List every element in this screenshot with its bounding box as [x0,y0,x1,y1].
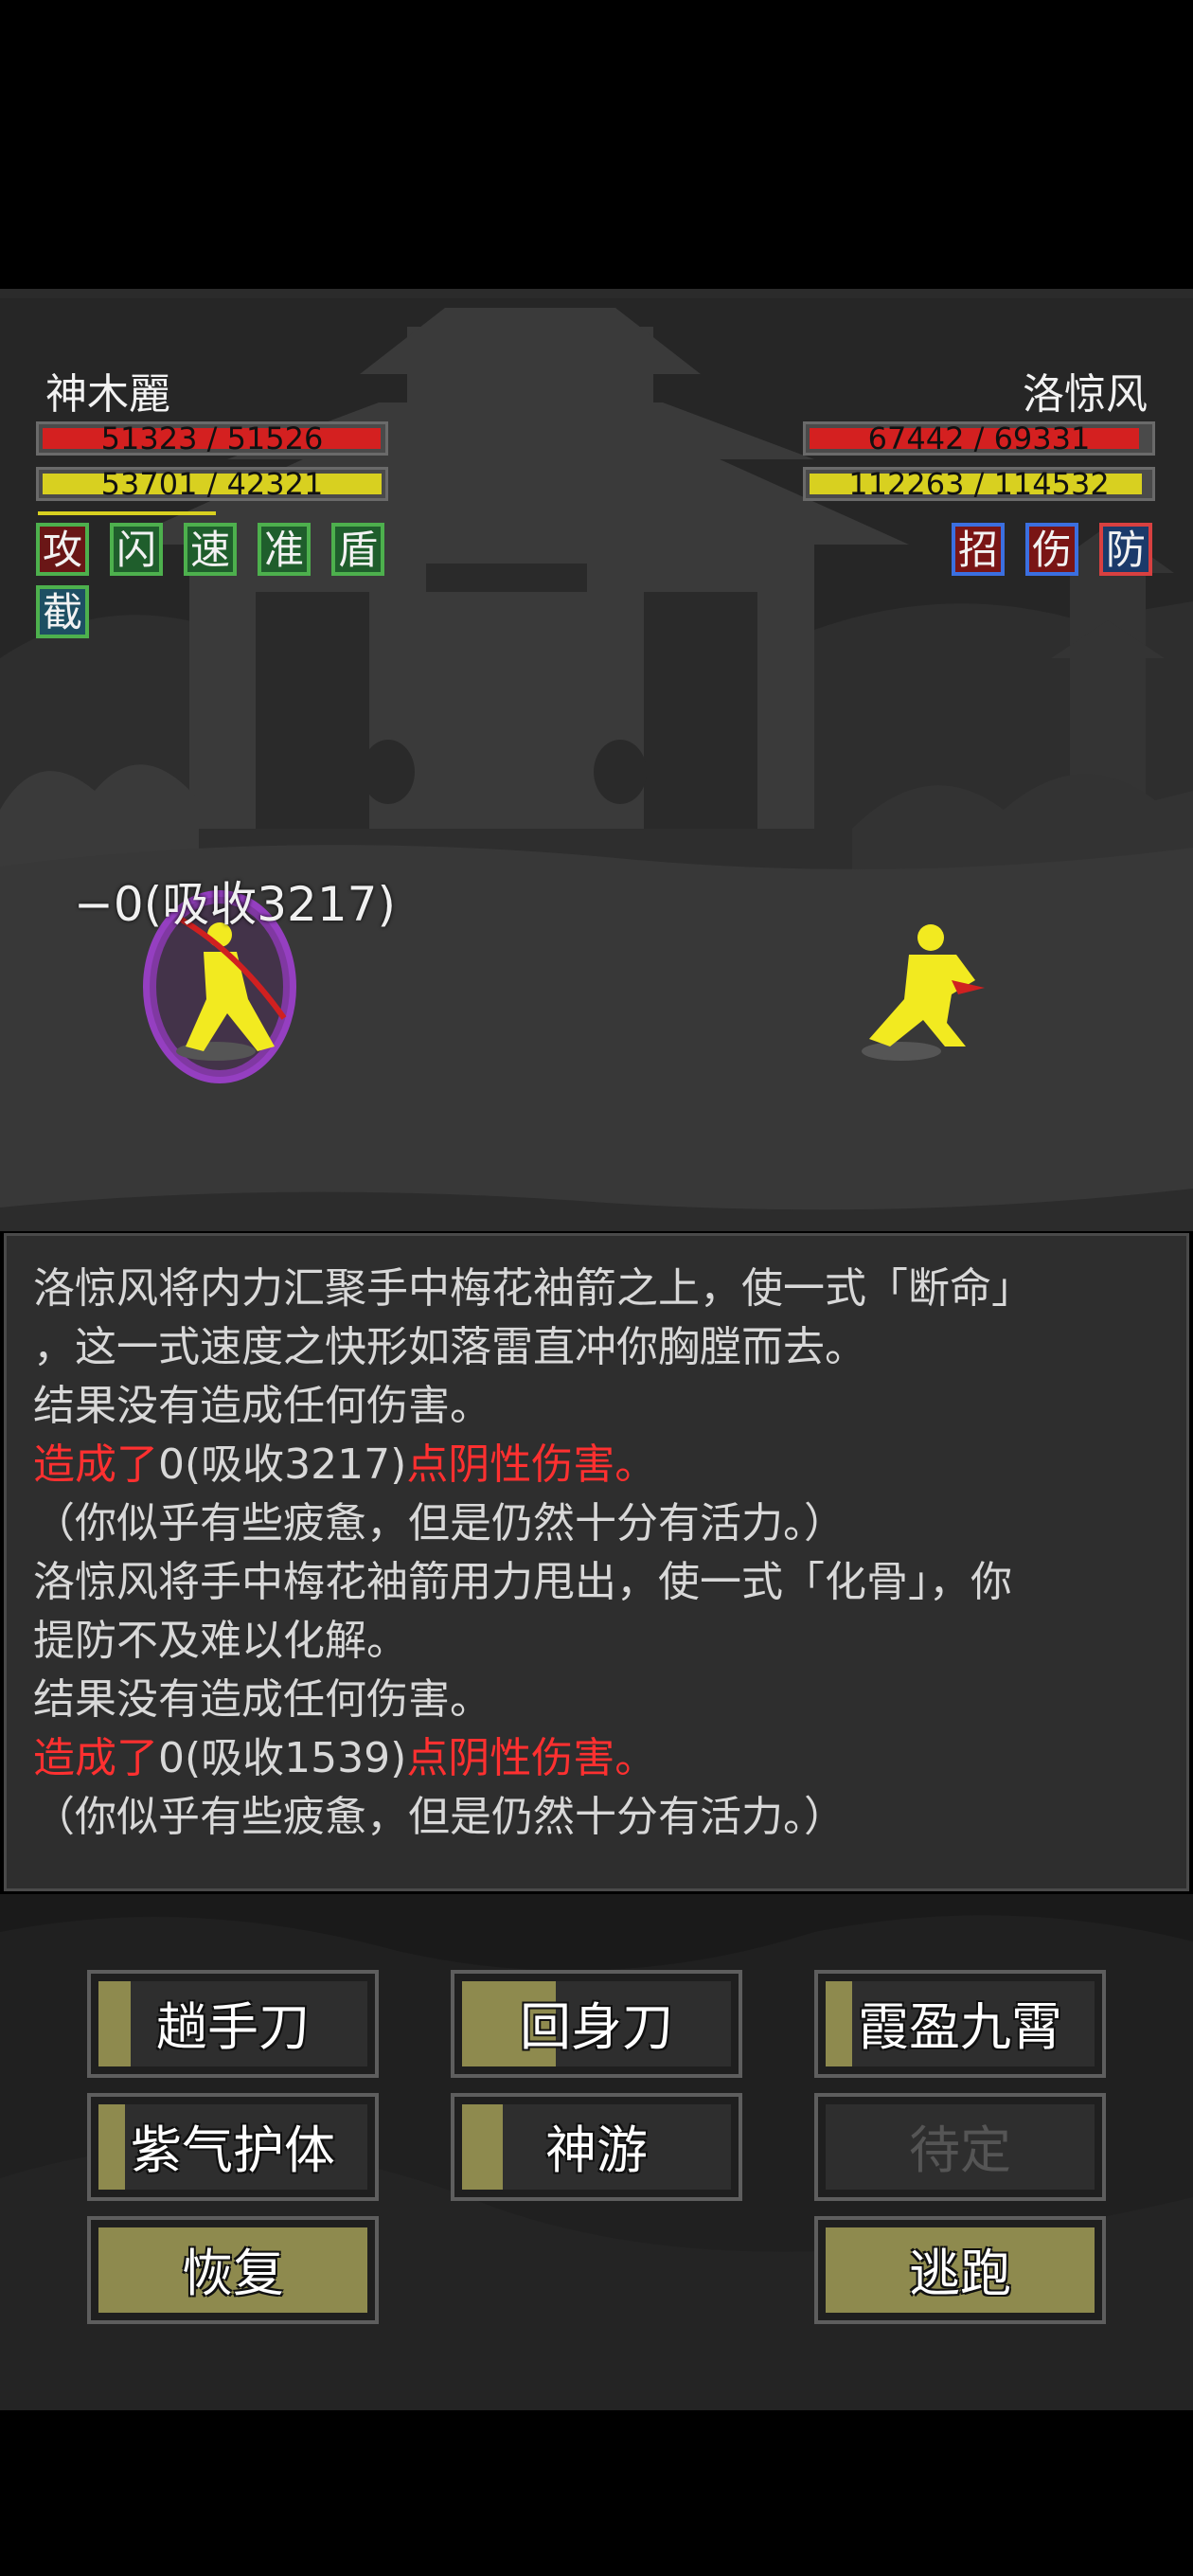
enemy-buff-damage[interactable]: 伤 [1025,523,1078,576]
player-hp-bar: 51323 / 51526 [36,421,388,456]
enemy-name: 洛惊风 [1023,370,1148,419]
skill-label: 霞盈九霄 [858,1997,1062,2057]
damage-popup: −0(吸收3217) [74,877,396,932]
log-line: 洛惊风将手中梅花袖箭用力甩出，使一式「化骨」，你 [33,1558,1012,1606]
skill-button-huishendao[interactable]: 回身刀 [451,1970,742,2078]
log-damage-value: 0(吸收1539) [158,1734,407,1782]
skill-button-shenyou[interactable]: 神游 [451,2093,742,2201]
log-line-status: （你似乎有些疲惫，但是仍然十分有活力。） [33,1499,846,1547]
recover-button[interactable]: 恢复 [87,2216,379,2324]
buff-dodge[interactable]: 闪 [110,523,163,576]
enemy-buff-move[interactable]: 招 [952,523,1005,576]
log-line: 结果没有造成任何伤害。 [33,1675,491,1724]
top-black-bar [0,0,1193,289]
player-mp-text: 53701 / 42321 [100,466,324,502]
buff-shield[interactable]: 盾 [331,523,384,576]
skill-label: 逃跑 [909,2244,1011,2303]
skill-panel: 趟手刀 回身刀 霞盈九霄 紫气护体 神游 待定 恢复 逃跑 [0,1894,1193,2410]
log-line: 洛惊风将内力汇聚手中梅花袖箭之上，使一式「断命」 [33,1264,1033,1313]
player-hp-text: 51323 / 51526 [100,420,324,456]
enemy-hp-text: 67442 / 69331 [867,420,1091,456]
log-line: 结果没有造成任何伤害。 [33,1382,491,1430]
skill-label: 回身刀 [520,1997,673,2057]
skill-button-xiayingjiuxiao[interactable]: 霞盈九霄 [814,1970,1106,2078]
log-damage-suffix: 点阴性伤害。 [406,1440,657,1489]
log-line-damage: 造成了0(吸收1539)点阴性伤害。 [33,1729,656,1788]
skill-button-ziqihuti[interactable]: 紫气护体 [87,2093,379,2201]
top-divider [0,289,1193,298]
enemy-buff-defense[interactable]: 防 [1099,523,1152,576]
buff-accuracy[interactable]: 准 [258,523,311,576]
skill-label: 紫气护体 [131,2120,335,2180]
buff-speed[interactable]: 速 [184,523,237,576]
skill-label: 神游 [545,2120,648,2180]
log-line: 提防不及难以化解。 [33,1617,408,1665]
log-damage-prefix: 造成了 [33,1734,158,1782]
skill-button-placeholder: 待定 [814,2093,1106,2201]
log-line: ，这一式速度之快形如落雷直冲你胸膛而去。 [33,1323,866,1371]
combat-log[interactable]: 洛惊风将内力汇聚手中梅花袖箭之上，使一式「断命」 ，这一式速度之快形如落雷直冲你… [4,1233,1189,1891]
log-damage-value: 0(吸收3217) [158,1440,407,1489]
battle-scene: 神木麗 51323 / 51526 53701 / 42321 攻 闪 速 准 … [0,298,1193,1231]
bottom-black-bar [0,2410,1193,2576]
skill-label: 恢复 [182,2244,284,2303]
skill-label: 趟手刀 [156,1997,310,2057]
buff-attack[interactable]: 攻 [36,523,89,576]
skill-label: 待定 [909,2120,1011,2180]
player-exp-line [38,511,216,515]
buff-intercept[interactable]: 截 [36,585,89,638]
player-mp-bar: 53701 / 42321 [36,467,388,501]
enemy-hp-bar: 67442 / 69331 [803,421,1155,456]
log-damage-prefix: 造成了 [33,1440,158,1489]
flee-button[interactable]: 逃跑 [814,2216,1106,2324]
log-line-damage: 造成了0(吸收3217)点阴性伤害。 [33,1436,656,1494]
log-line-clipped [33,1236,46,1261]
log-damage-suffix: 点阴性伤害。 [406,1734,657,1782]
log-line-status: （你似乎有些疲惫，但是仍然十分有活力。） [33,1793,846,1841]
enemy-mp-bar: 112263 / 114532 [803,467,1155,501]
enemy-mp-text: 112263 / 114532 [848,466,1110,502]
skill-button-tangshoudao[interactable]: 趟手刀 [87,1970,379,2078]
player-name: 神木麗 [45,370,170,419]
